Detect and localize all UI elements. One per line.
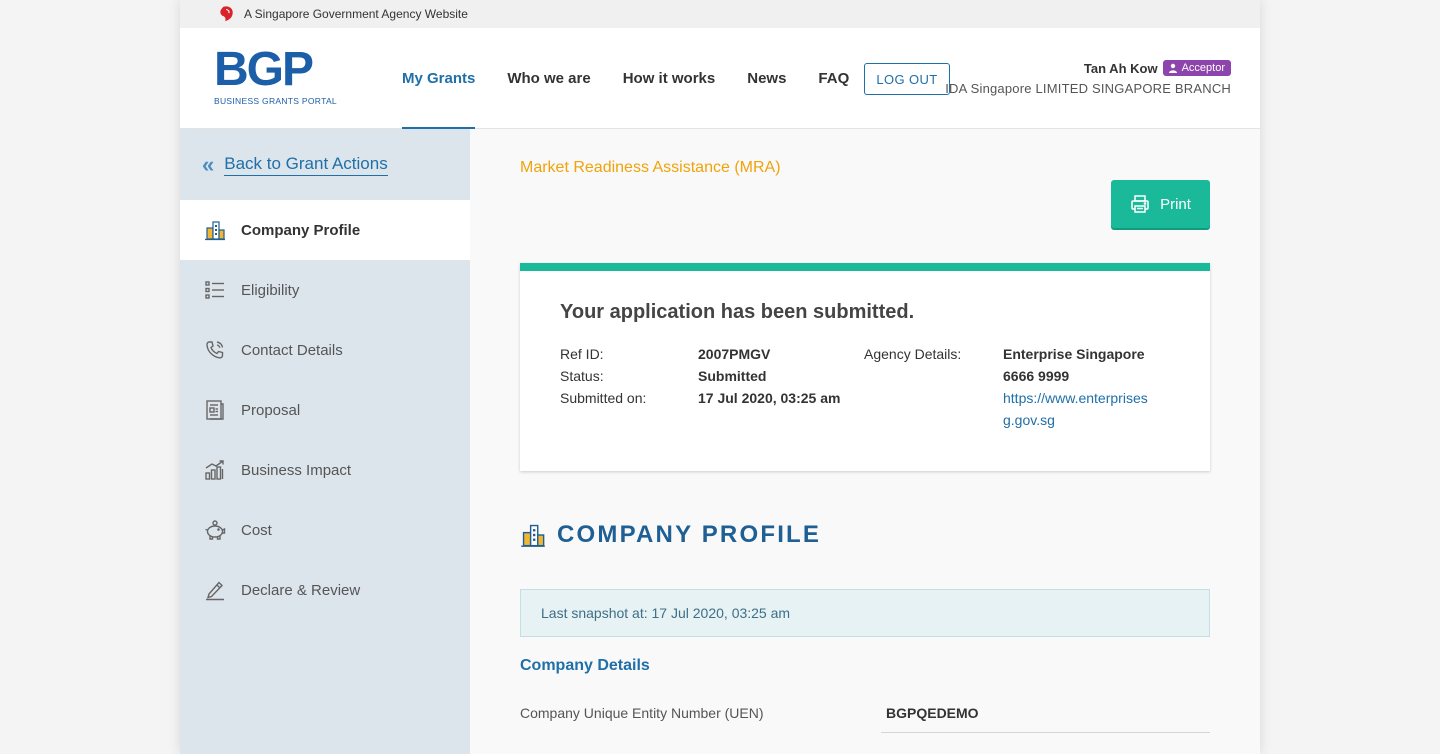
main-nav: My Grants Who we are How it works News F… [402, 28, 881, 129]
phone-icon [204, 339, 226, 361]
user-icon [1168, 63, 1177, 73]
sidebar-item-contact-details[interactable]: Contact Details [180, 320, 470, 380]
submission-heading: Your application has been submitted. [560, 301, 915, 323]
back-label: Back to Grant Actions [224, 154, 388, 176]
sidebar-item-label: Business Impact [241, 461, 352, 479]
sidebar-item-label: Cost [241, 521, 272, 539]
status-label: Status: [560, 368, 604, 384]
print-label: Print [1160, 195, 1191, 213]
submission-values: 2007PMGV Submitted 17 Jul 2020, 03:25 am [698, 343, 840, 409]
bgp-logo[interactable]: BGP BUSINESS GRANTS PORTAL [214, 43, 340, 107]
sidebar-item-declare-review[interactable]: Declare & Review [180, 560, 470, 620]
submission-labels: Ref ID: Status: Submitted on: [560, 343, 646, 409]
bar-chart-icon [204, 459, 226, 481]
user-info: Tan Ah Kow Acceptor IDA Singapore LIMITE… [945, 60, 1231, 96]
agency-phone: 6666 9999 [1003, 368, 1070, 384]
sidebar-item-business-impact[interactable]: Business Impact [180, 440, 470, 500]
printer-icon [1131, 195, 1149, 213]
sidebar-item-cost[interactable]: Cost [180, 500, 470, 560]
masthead-text: A Singapore Government Agency Website [244, 7, 468, 21]
sidebar-item-label: Declare & Review [241, 581, 361, 599]
building-icon [204, 219, 226, 241]
role-badge: Acceptor [1162, 60, 1231, 76]
snapshot-banner: Last snapshot at: 17 Jul 2020, 03:25 am [520, 589, 1210, 637]
sidebar: « Back to Grant Actions Company Profile … [180, 129, 470, 754]
agency-website-link[interactable]: https://www.enterprises g.gov.sg [1003, 387, 1148, 431]
sidebar-item-label: Company Profile [241, 221, 361, 239]
nav-news[interactable]: News [747, 28, 786, 128]
sidebar-item-label: Eligibility [241, 281, 300, 299]
field-divider [881, 732, 1210, 733]
submitted-on-label: Submitted on: [560, 390, 647, 406]
logo-letters: BGP [214, 43, 314, 96]
agency-values: Enterprise Singapore 6666 9999 https://w… [1003, 343, 1148, 431]
pen-sign-icon [204, 579, 226, 601]
sidebar-item-eligibility[interactable]: Eligibility [180, 260, 470, 320]
section-title-text: COMPANY PROFILE [557, 521, 822, 548]
page-frame: A Singapore Government Agency Website BG… [180, 0, 1260, 754]
sidebar-item-label: Contact Details [241, 341, 343, 359]
print-button[interactable]: Print [1111, 180, 1210, 228]
gov-masthead: A Singapore Government Agency Website [180, 0, 1260, 28]
double-chevron-left-icon: « [202, 151, 215, 177]
nav-faq[interactable]: FAQ [818, 28, 849, 128]
nav-who-we-are[interactable]: Who we are [507, 28, 590, 128]
user-name: Tan Ah Kow [1083, 60, 1158, 76]
agency-details-label: Agency Details: [864, 346, 962, 362]
user-org: IDA Singapore LIMITED SINGAPORE BRANCH [945, 81, 1231, 96]
submission-card: Your application has been submitted. Ref… [520, 263, 1210, 471]
uen-label: Company Unique Entity Number (UEN) [520, 705, 764, 721]
sidebar-item-label: Proposal [241, 401, 301, 419]
company-profile-section-title: COMPANY PROFILE [520, 521, 821, 549]
sidebar-item-proposal[interactable]: Proposal [180, 380, 470, 440]
uen-value: BGPQEDEMO [886, 705, 979, 721]
document-icon [204, 399, 226, 421]
nav-how-it-works[interactable]: How it works [623, 28, 716, 128]
agency-url-line-1: https://www.enterprises [1003, 390, 1148, 406]
grant-name: Market Readiness Assistance (MRA) [520, 159, 781, 176]
agency-label-col: Agency Details: [864, 343, 961, 365]
role-label: Acceptor [1181, 62, 1225, 74]
company-details-heading: Company Details [520, 657, 650, 674]
ref-id-label: Ref ID: [560, 346, 604, 362]
submitted-on-value: 17 Jul 2020, 03:25 am [698, 390, 841, 406]
piggy-bank-icon [204, 519, 226, 541]
building-icon [521, 524, 545, 547]
nav-my-grants[interactable]: My Grants [402, 28, 476, 129]
logout-button[interactable]: LOG OUT [864, 63, 950, 95]
status-value: Submitted [698, 368, 767, 384]
logo-subtitle: BUSINESS GRANTS PORTAL [214, 96, 337, 106]
agency-name: Enterprise Singapore [1003, 346, 1145, 362]
checklist-icon [204, 279, 226, 301]
agency-url-line-2: g.gov.sg [1003, 412, 1055, 428]
site-header: BGP BUSINESS GRANTS PORTAL My Grants Who… [180, 28, 1260, 129]
back-to-grant-actions-link[interactable]: « Back to Grant Actions [180, 129, 470, 200]
sidebar-item-company-profile[interactable]: Company Profile [180, 200, 470, 260]
ref-id-value: 2007PMGV [698, 346, 771, 362]
lion-head-icon [220, 6, 233, 22]
